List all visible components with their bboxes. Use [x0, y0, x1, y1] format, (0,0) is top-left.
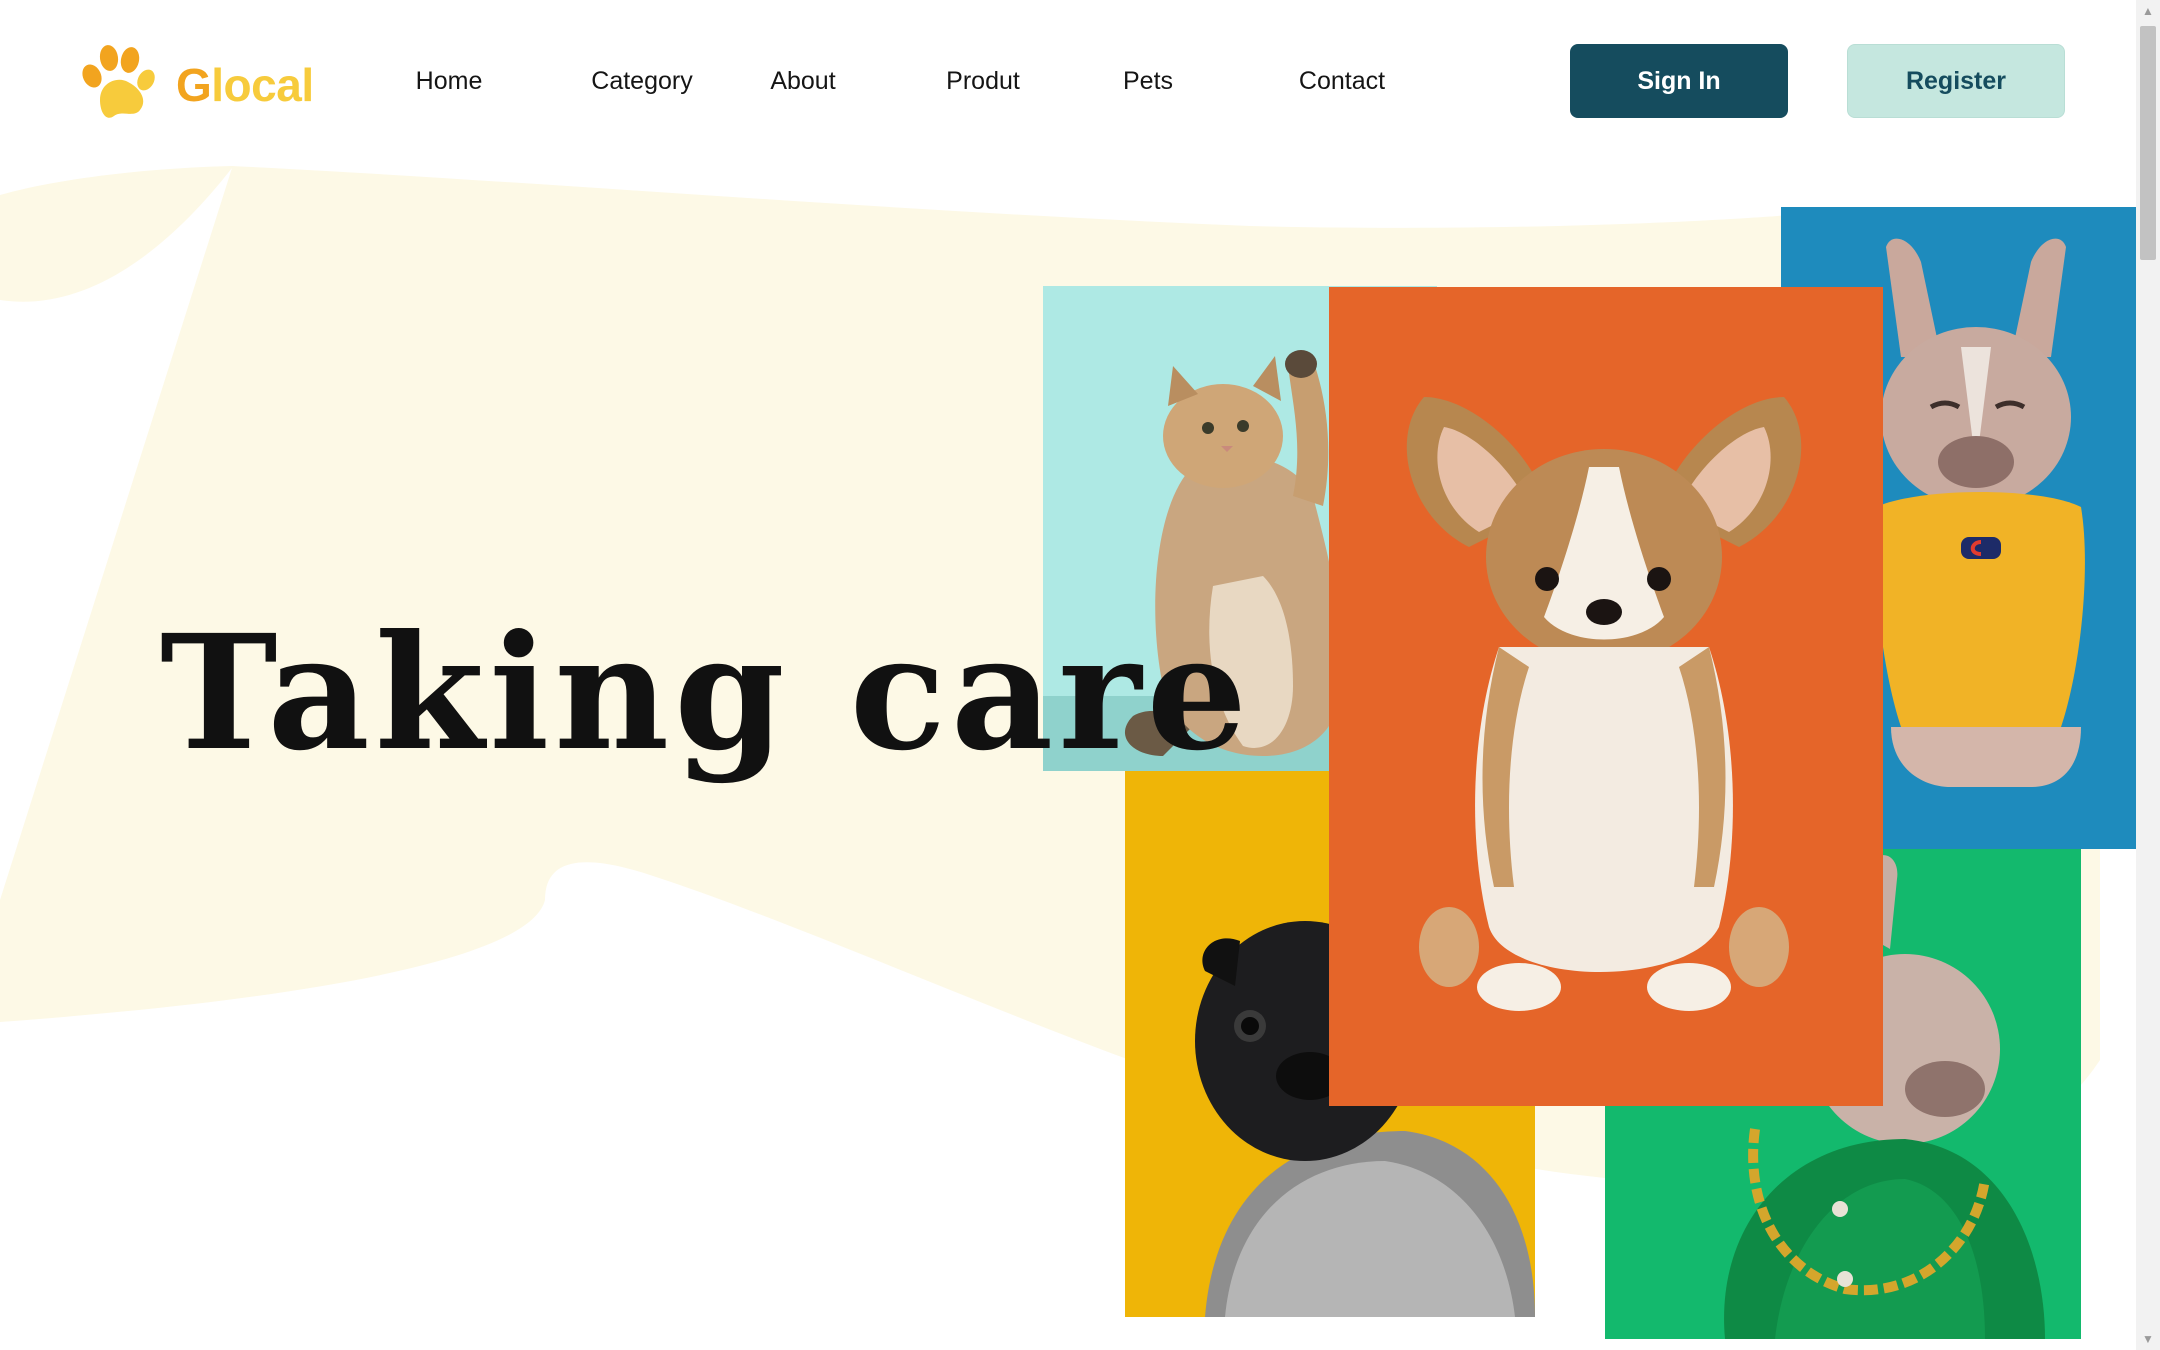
scroll-up-arrow-icon[interactable]: ▲	[2136, 0, 2160, 22]
nav-item-home[interactable]: Home	[416, 56, 483, 106]
nav-item-category[interactable]: Category	[591, 56, 692, 106]
sign-in-button[interactable]: Sign In	[1570, 44, 1788, 118]
page-scrollbar[interactable]: ▲ ▼	[2136, 0, 2160, 1350]
register-button[interactable]: Register	[1847, 44, 2065, 118]
scrollbar-thumb[interactable]	[2140, 26, 2156, 260]
nav-item-product[interactable]: Produt	[946, 56, 1020, 106]
corgi-puppy-photo	[1329, 287, 1883, 1106]
nav-item-pets[interactable]: Pets	[1123, 56, 1173, 106]
nav-item-about[interactable]: About	[770, 56, 835, 106]
nav-item-contact[interactable]: Contact	[1299, 56, 1385, 106]
main-nav: Home Category About Produt Pets Contact	[0, 56, 1500, 106]
hero-headline: Taking care	[160, 601, 1253, 786]
scroll-down-arrow-icon[interactable]: ▼	[2136, 1328, 2160, 1350]
